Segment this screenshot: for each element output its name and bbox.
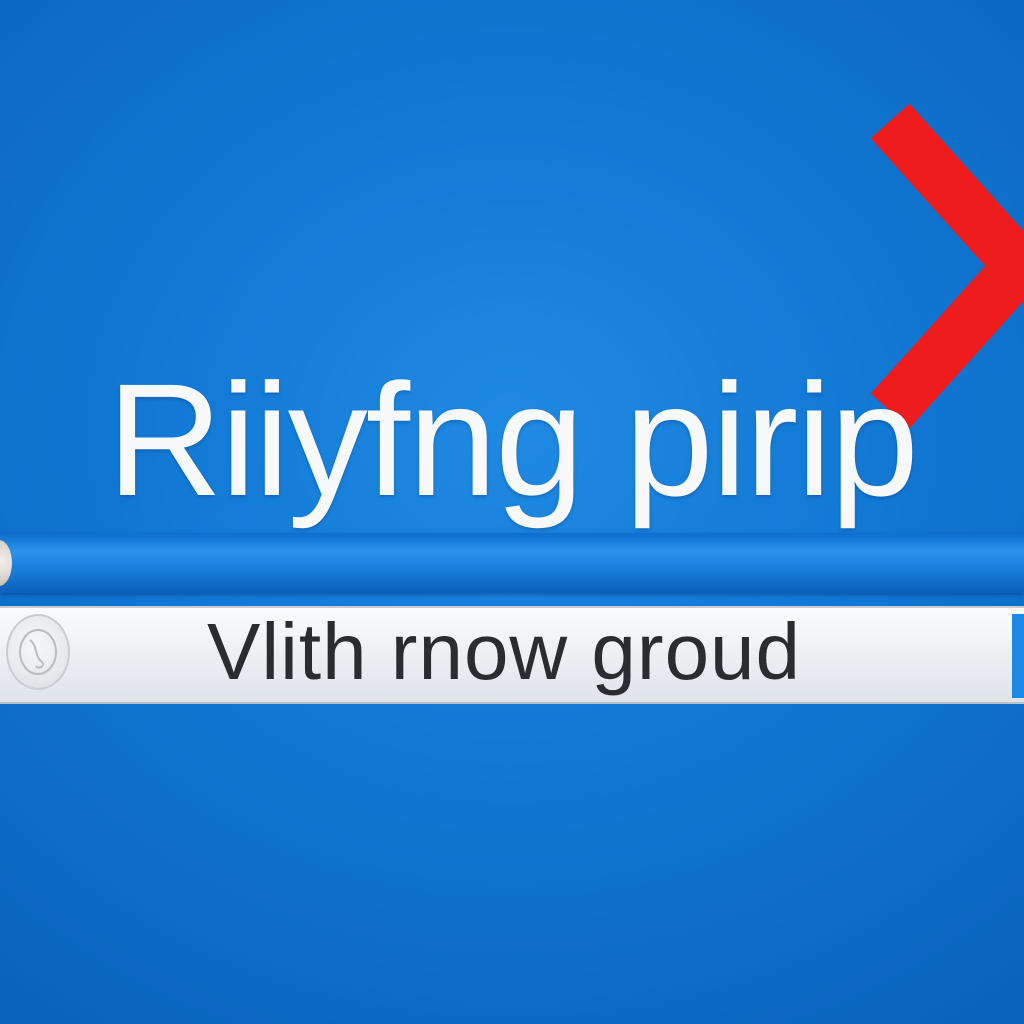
search-bar-text: Vlith rnow groud xyxy=(206,607,802,696)
headline-text: Riiyfng pirip xyxy=(107,350,919,529)
search-bar-accent[interactable] xyxy=(1012,614,1024,698)
blue-rail xyxy=(0,533,1024,593)
background-canvas: Riiyfng pirip Vlith rnow groud xyxy=(0,0,1024,1024)
